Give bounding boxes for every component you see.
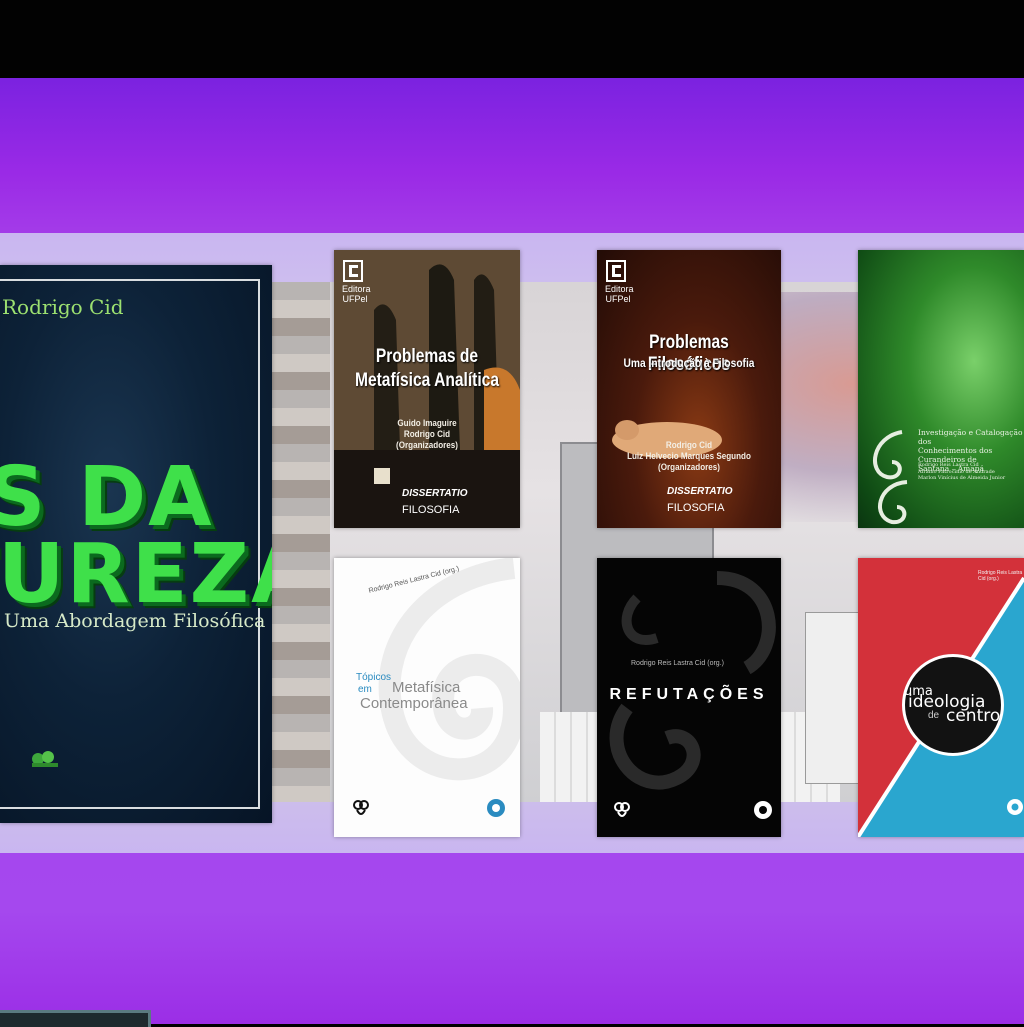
publisher-logo-icon — [487, 799, 505, 817]
book-editor: Luiz Helvecio Marques Segundo — [627, 451, 751, 462]
owl-icon — [614, 802, 630, 817]
book-title-word: Tópicos — [356, 672, 392, 683]
publisher-line1: Editora — [342, 284, 371, 294]
bookshelf-stack — [270, 282, 330, 802]
book-cover-refutacoes[interactable]: Rodrigo Reis Lastra Cid (org.) REFUTAÇÕE… — [597, 558, 781, 837]
owl-icon — [353, 800, 369, 815]
book-title-line2: Metafísica Analítica — [354, 370, 500, 391]
book-cover-natureza[interactable]: Rodrigo Cid IS DA TUREZA Uma Abordagem F… — [0, 265, 272, 823]
book-title-line1: Problemas de — [375, 346, 479, 367]
series-subject: FILOSOFIA — [402, 504, 460, 516]
publisher-line2: UFPel — [342, 294, 368, 304]
top-black-bar — [0, 0, 1024, 78]
book-editor: (Organizadores) — [658, 462, 720, 473]
book-title-word: Metafísica — [392, 679, 461, 696]
book-editor: (Organizadores) — [396, 440, 458, 451]
book-author: Rodrigo Cid — [2, 295, 124, 319]
series-name: DISSERTATIO — [402, 488, 468, 499]
publisher-line2: UFPel — [605, 294, 631, 304]
editora-ufpel-logo-icon — [606, 260, 626, 282]
book-subtitle: Uma Abordagem Filosófica — [4, 610, 266, 632]
book-title: REFUTAÇÕES — [609, 686, 769, 703]
publisher-logo-icon — [754, 801, 772, 819]
book-cover-problemas-filosoficos[interactable]: Editora UFPel Problemas Filosóficos Uma … — [597, 250, 781, 528]
book-title-word: centro — [946, 706, 1001, 726]
book-editor: Rodrigo Cid — [403, 429, 451, 440]
book-cover-curandeiros[interactable]: Investigação e Catalogação dos Conhecime… — [858, 250, 1024, 528]
book-editor: Rodrigo Reis Lastra Cid (org.) — [978, 570, 1023, 582]
book-title-word: de — [928, 710, 940, 721]
book-subtitle: Uma Introdução à Filosofia — [623, 356, 755, 370]
series-subject: FILOSOFIA — [667, 502, 725, 514]
publisher-logo-icon — [32, 751, 58, 767]
book-cover-problemas-metafisica[interactable]: Editora UFPel Problemas de Metafísica An… — [334, 250, 520, 528]
book-cover-topicos-metafisica[interactable]: Rodrigo Reis Lastra Cid (org.) Tópicos e… — [334, 558, 520, 837]
editora-ufpel-logo-icon — [343, 260, 363, 282]
book-editor: Guido Imaguire — [397, 418, 457, 429]
book-editor: Rodrigo Cid — [665, 440, 713, 451]
series-name: DISSERTATIO — [667, 486, 733, 497]
book-editor: Rodrigo Reis Lastra Cid (org.) — [631, 660, 724, 667]
book-title-word: Contemporânea — [360, 695, 468, 712]
book-authors: Rodrigo Reis Lastra Cid Afrânio Patrocín… — [918, 462, 1006, 481]
book-title-word: em — [358, 684, 372, 695]
swirl-ornament-icon — [873, 430, 908, 525]
publisher-logo-icon — [1007, 799, 1023, 815]
publisher-line1: Editora — [605, 284, 634, 294]
monitor-edge — [0, 1010, 151, 1027]
book-cover-ideologia-centro[interactable]: Rodrigo Reis Lastra Cid (org.) uma ideol… — [858, 558, 1024, 837]
book-title-line2: TUREZA — [0, 527, 272, 622]
